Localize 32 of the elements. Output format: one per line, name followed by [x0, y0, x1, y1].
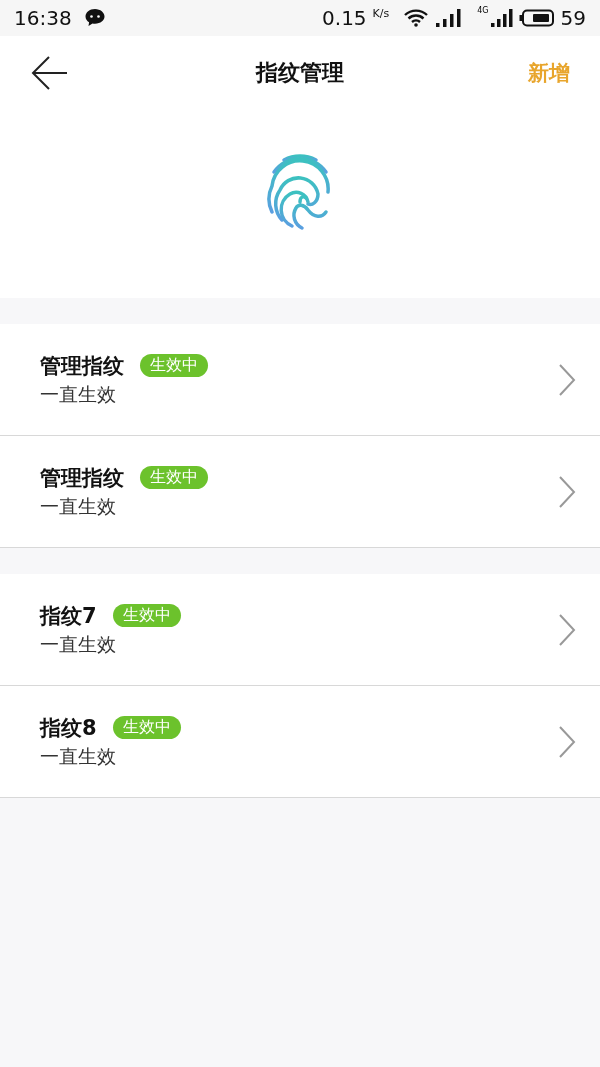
status-tag: 生效中	[112, 716, 181, 739]
network-type: 4G	[477, 6, 489, 15]
validity-text: 一直生效	[40, 493, 117, 519]
chevron-right-icon	[558, 362, 576, 397]
chevron-right-icon	[558, 724, 576, 759]
chat-bubble-icon	[83, 8, 106, 28]
status-tag: 生效中	[112, 604, 181, 627]
fingerprint-row[interactable]: 管理指纹 生效中 一直生效	[0, 436, 600, 548]
status-tag: 生效中	[140, 466, 208, 489]
fingerprint-name: 管理指纹	[40, 464, 124, 492]
wifi-icon	[403, 9, 430, 27]
validity-text: 一直生效	[40, 631, 117, 657]
status-tag: 生效中	[140, 354, 208, 377]
fingerprint-row[interactable]: 管理指纹 生效中 一直生效	[0, 324, 600, 436]
fingerprint-name: 指纹7	[40, 602, 97, 630]
speed-unit: K/s	[372, 7, 390, 20]
signal-icon	[490, 9, 513, 27]
validity-text: 一直生效	[40, 743, 117, 769]
battery-icon	[518, 9, 555, 27]
fingerprint-name: 管理指纹	[40, 352, 124, 380]
fingerprint-row[interactable]: 指纹7 生效中 一直生效	[0, 574, 600, 686]
page-title: 指纹管理	[254, 59, 345, 87]
chevron-right-icon	[558, 612, 576, 647]
fingerprint-name: 指纹8	[40, 714, 97, 742]
network-speed: 0.15	[322, 6, 367, 30]
fingerprint-row[interactable]: 指纹8 生效中 一直生效	[0, 686, 600, 798]
signal-icon	[435, 9, 462, 27]
status-time: 16:38	[14, 6, 72, 30]
battery-percent: 59	[560, 6, 586, 30]
back-arrow-icon	[30, 54, 68, 92]
validity-text: 一直生效	[40, 381, 117, 407]
chevron-right-icon	[558, 474, 576, 509]
